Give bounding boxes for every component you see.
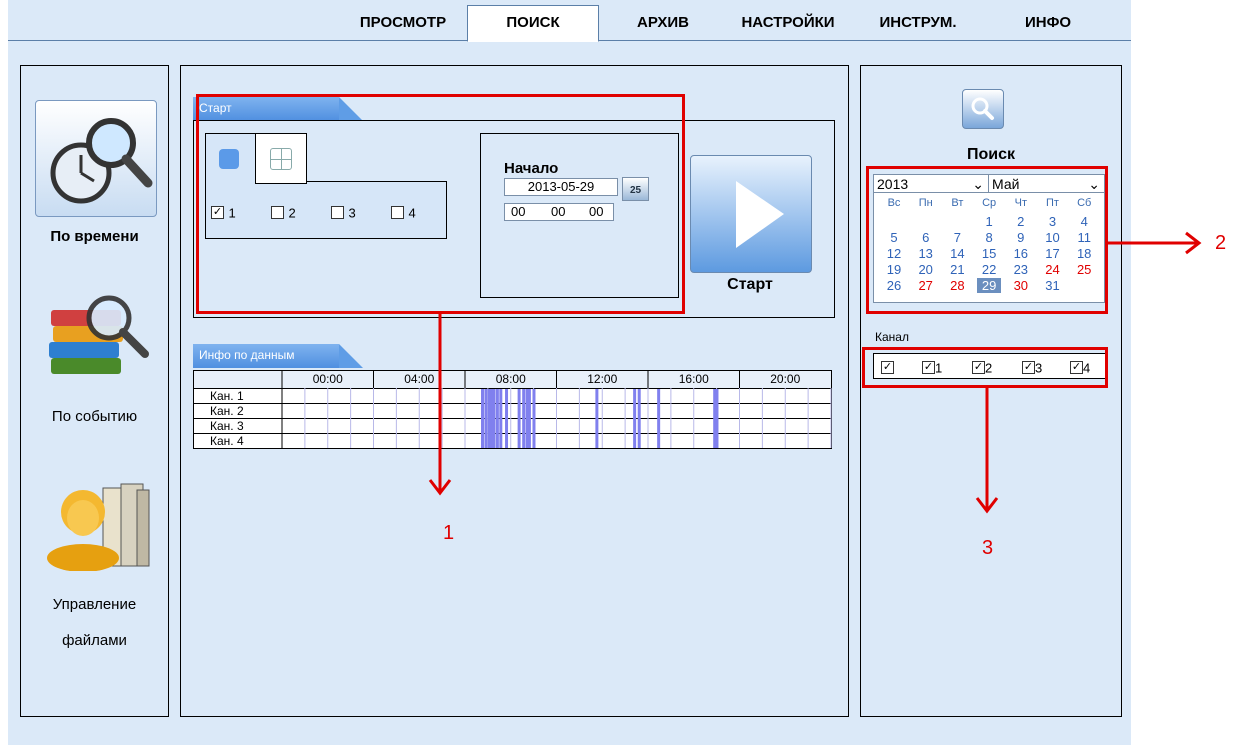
recording-segment [505, 389, 509, 448]
tab-info[interactable]: ИНФО [1008, 6, 1088, 40]
timeline-time-label: 12:00 [587, 372, 617, 386]
recording-segment [527, 389, 531, 448]
start-button-label: Старт [727, 276, 773, 293]
sidebar-item-by-event[interactable]: По событию [21, 288, 168, 438]
recording-segment [633, 389, 637, 448]
sidebar-item-file-management[interactable]: Управление файлами [21, 476, 168, 666]
timeline-channel-label: Кан. 4 [210, 434, 244, 448]
recording-segment [532, 389, 536, 448]
timeline-time-label: 00:00 [313, 372, 343, 386]
timeline-row [193, 403, 832, 419]
books-magnifier-icon [41, 288, 151, 388]
timeline-row [193, 388, 832, 404]
recording-segment [715, 389, 719, 448]
recording-segment [499, 389, 503, 448]
data-info-table: 00:00 04:00 08:00 12:00 16:00 20:00 Кан. 1 Кан.… [193, 370, 833, 468]
data-info-tab: Инфо по данным [193, 344, 363, 368]
highlight-box-3 [862, 347, 1108, 388]
clock-magnifier-icon [35, 100, 157, 217]
tab-archive[interactable]: АРХИВ [608, 6, 718, 40]
sidebar-item-label: По времени [50, 228, 139, 245]
recording-segment [517, 389, 521, 448]
recording-segment [495, 389, 499, 448]
sidebar: По времени По событию Управление файлами [20, 65, 169, 717]
recording-segment [481, 389, 485, 448]
timeline-time-label: 20:00 [770, 372, 800, 386]
annotation-label-1: 1 [443, 522, 455, 544]
tab-search[interactable]: ПОИСК [467, 5, 599, 42]
sidebar-item-by-time[interactable]: По времени [21, 100, 168, 250]
recording-segment [484, 389, 488, 448]
search-label: Поиск [966, 146, 1015, 163]
tab-settings[interactable]: НАСТРОЙКИ [723, 6, 853, 40]
recording-segment [492, 389, 496, 448]
recording-segment [522, 389, 526, 448]
top-nav: ПРОСМОТР ПОИСК АРХИВ НАСТРОЙКИ ИНСТРУМ. … [8, 0, 1131, 42]
channel-label: Канал [875, 330, 909, 344]
user-files-icon [43, 476, 153, 572]
timeline-time-label: 08:00 [496, 372, 526, 386]
search-button[interactable] [962, 89, 1004, 129]
timeline-row [193, 418, 832, 434]
annotation-label-3: 3 [982, 537, 994, 559]
timeline-channel-label: Кан. 3 [210, 419, 244, 433]
sidebar-item-label-line2: файлами [62, 632, 127, 649]
timeline-time-label: 16:00 [679, 372, 709, 386]
recording-segment [657, 389, 661, 448]
play-icon [736, 181, 784, 248]
start-button[interactable] [690, 155, 812, 273]
magnifier-icon [971, 97, 994, 120]
right-panel: Поиск 2013 ⌄ Май ⌄ Вс Пн Вт Ср Чт Пт Сб 1 2 3 4 5 6 7… [860, 65, 1122, 717]
timeline-channel-label: Кан. 1 [210, 389, 244, 403]
highlight-box-1 [196, 94, 685, 314]
tab-view[interactable]: ПРОСМОТР [338, 6, 468, 40]
highlight-box-2 [866, 166, 1108, 314]
timeline-row [193, 433, 832, 449]
tab-tools[interactable]: ИНСТРУМ. [863, 6, 973, 40]
timeline-time-label: 04:00 [404, 372, 434, 386]
sidebar-item-label: По событию [51, 408, 138, 425]
recording-segment [595, 389, 599, 448]
timeline-channel-label: Кан. 2 [210, 404, 244, 418]
recording-segment [637, 389, 641, 448]
sidebar-item-label-line1: Управление [52, 596, 137, 613]
annotation-label-2: 2 [1215, 232, 1227, 254]
